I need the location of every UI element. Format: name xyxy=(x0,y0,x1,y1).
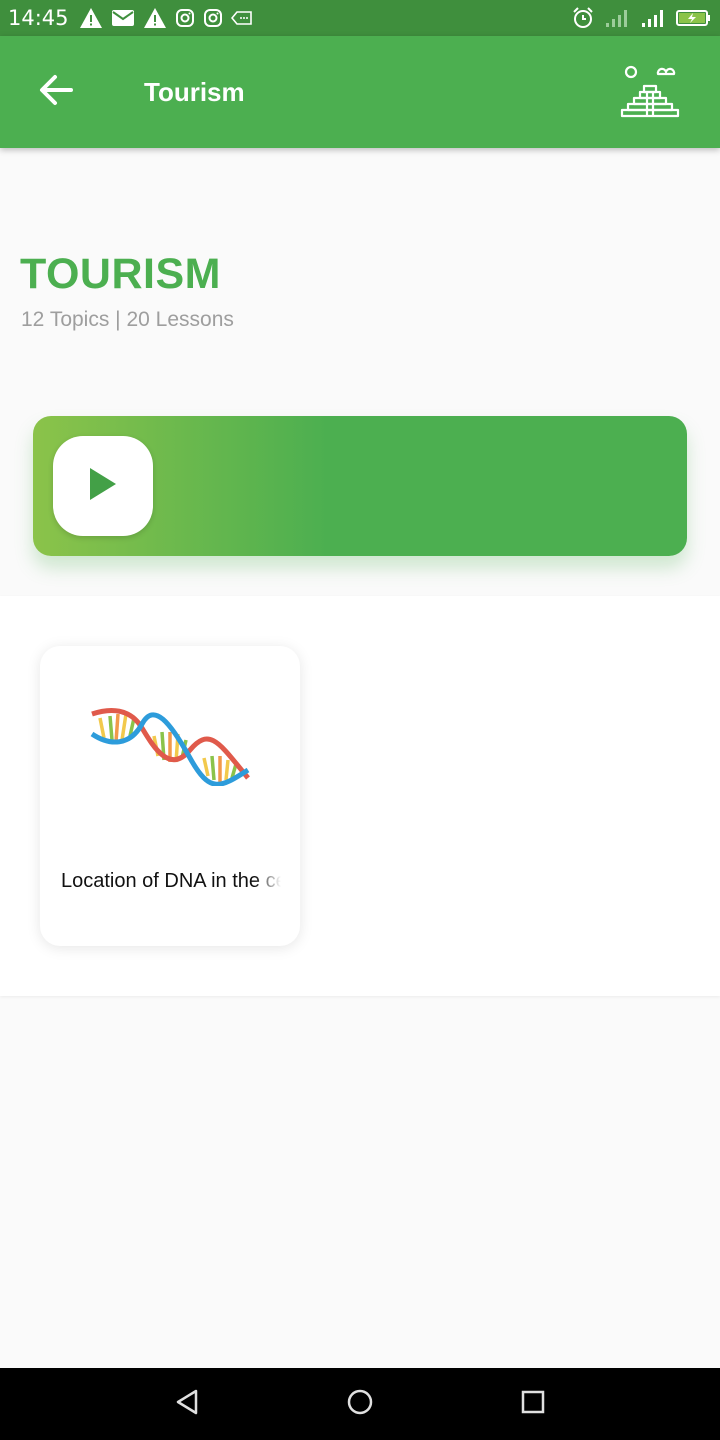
mail-icon xyxy=(111,9,135,27)
lesson-title: Location of DNA in the cell xyxy=(61,870,281,892)
pyramid-icon xyxy=(618,62,682,122)
nav-back-button[interactable] xyxy=(157,1374,217,1434)
status-bar: 14:45 xyxy=(0,0,720,36)
back-triangle-icon xyxy=(174,1388,200,1421)
signal-icon xyxy=(604,8,630,28)
play-banner xyxy=(33,416,687,556)
alarm-icon xyxy=(572,7,594,29)
app-bar: Tourism xyxy=(0,36,720,148)
notification-icons xyxy=(79,7,253,29)
instagram-icon xyxy=(203,8,223,28)
signal-icon xyxy=(640,8,666,28)
course-stats: 12 Topics | 20 Lessons xyxy=(21,308,234,331)
system-nav-bar xyxy=(0,1368,720,1440)
message-icon xyxy=(230,10,253,26)
home-circle-icon xyxy=(346,1388,374,1421)
warning-icon xyxy=(79,7,103,29)
warning-icon xyxy=(143,7,167,29)
lessons-section: Location of DNA in the cell xyxy=(0,596,720,996)
dna-icon xyxy=(90,704,250,787)
recents-square-icon xyxy=(520,1389,546,1420)
page-title: TOURISM xyxy=(20,250,221,298)
system-icons xyxy=(572,7,712,29)
status-time: 14:45 xyxy=(8,6,69,30)
arrow-left-icon xyxy=(38,74,74,111)
lesson-card[interactable]: Location of DNA in the cell xyxy=(40,646,300,946)
play-icon xyxy=(88,466,118,507)
nav-recents-button[interactable] xyxy=(503,1374,563,1434)
nav-home-button[interactable] xyxy=(330,1374,390,1434)
play-button[interactable] xyxy=(53,436,153,536)
instagram-icon xyxy=(175,8,195,28)
back-button[interactable] xyxy=(0,36,112,148)
app-bar-title: Tourism xyxy=(144,76,245,107)
battery-charging-icon xyxy=(676,9,712,27)
